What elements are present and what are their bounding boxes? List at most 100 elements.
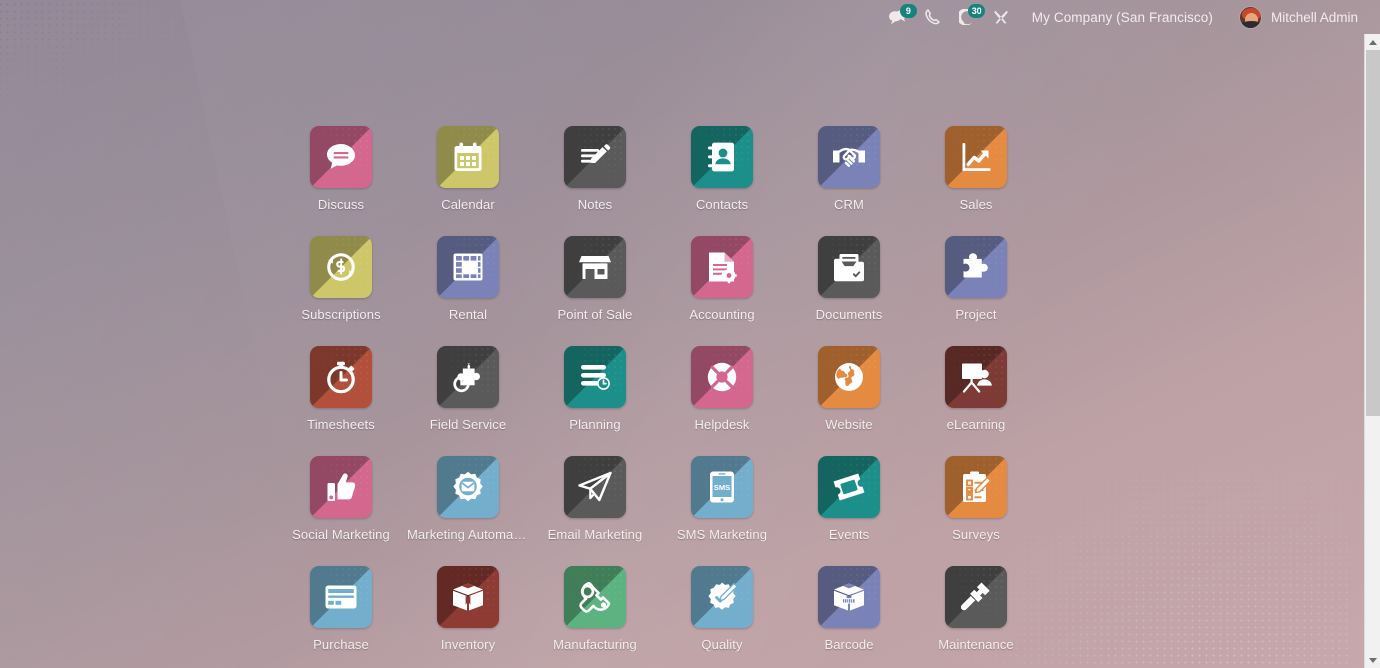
- app-tile-surveys[interactable]: Surveys: [913, 456, 1040, 566]
- inventory-box-icon: [437, 566, 499, 628]
- settings-tools-button[interactable]: [984, 0, 1018, 34]
- app-tile-notes[interactable]: Notes: [532, 126, 659, 236]
- app-tile-inventory[interactable]: Inventory: [405, 566, 532, 668]
- events-ticket-icon: [818, 456, 880, 518]
- website-globe-icon: [818, 346, 880, 408]
- app-tile-timesheets[interactable]: Timesheets: [278, 346, 405, 456]
- app-label: Events: [828, 527, 870, 542]
- app-tile-planning[interactable]: Planning: [532, 346, 659, 456]
- app-label: Discuss: [317, 197, 365, 212]
- app-tile-marketing-automat[interactable]: Marketing Automat…: [405, 456, 532, 566]
- manufacturing-wrench-icon: [564, 566, 626, 628]
- marketing-automation-icon: [437, 456, 499, 518]
- app-label: Subscriptions: [301, 307, 381, 322]
- tools-icon: [993, 9, 1009, 25]
- app-label: Purchase: [313, 637, 369, 652]
- app-tile-crm[interactable]: CRM: [786, 126, 913, 236]
- app-label: Point of Sale: [557, 307, 633, 322]
- company-selector[interactable]: My Company (San Francisco): [1032, 10, 1213, 25]
- app-tile-manufacturing[interactable]: Manufacturing: [532, 566, 659, 668]
- scroll-thumb[interactable]: [1366, 50, 1380, 416]
- app-label: Notes: [577, 197, 613, 212]
- user-menu[interactable]: Mitchell Admin: [1238, 5, 1358, 29]
- timesheets-stopwatch-icon: [310, 346, 372, 408]
- app-tile-quality[interactable]: Quality: [659, 566, 786, 668]
- app-tile-website[interactable]: Website: [786, 346, 913, 456]
- odoo-apps-dashboard: 9 30 My Company (San Francisco) Mitchell…: [0, 0, 1380, 668]
- app-label: Quality: [701, 637, 743, 652]
- username-label: Mitchell Admin: [1270, 9, 1358, 25]
- app-tile-social-marketing[interactable]: Social Marketing: [278, 456, 405, 566]
- app-label: CRM: [834, 197, 864, 212]
- app-tile-helpdesk[interactable]: Helpdesk: [659, 346, 786, 456]
- rental-icon: [437, 236, 499, 298]
- elearning-icon: [945, 346, 1007, 408]
- app-tile-events[interactable]: Events: [786, 456, 913, 566]
- sms-marketing-icon: SMS: [691, 456, 753, 518]
- activities-badge: 30: [967, 4, 986, 18]
- surveys-icon: [945, 456, 1007, 518]
- apps-area: Discuss Calendar Notes Contacts CRM Sales Subs…: [0, 34, 1365, 668]
- subscriptions-icon: [310, 236, 372, 298]
- discuss-icon: [310, 126, 372, 188]
- app-tile-accounting[interactable]: Accounting: [659, 236, 786, 346]
- scroll-down-button[interactable]: [1365, 652, 1380, 668]
- barcode-box-icon: [818, 566, 880, 628]
- app-tile-sms-marketing[interactable]: SMS SMS Marketing: [659, 456, 786, 566]
- svg-text:SMS: SMS: [714, 483, 730, 492]
- app-tile-project[interactable]: Project: [913, 236, 1040, 346]
- app-label: Field Service: [429, 417, 507, 432]
- app-tile-subscriptions[interactable]: Subscriptions: [278, 236, 405, 346]
- app-tile-calendar[interactable]: Calendar: [405, 126, 532, 236]
- scroll-up-button[interactable]: [1365, 34, 1380, 50]
- avatar: [1238, 5, 1262, 29]
- scroll-down-arrow-icon: [1369, 657, 1377, 663]
- apps-grid: Discuss Calendar Notes Contacts CRM Sales Subs…: [0, 34, 1365, 668]
- app-label: Helpdesk: [694, 417, 750, 432]
- app-label: Accounting: [689, 307, 755, 322]
- documents-icon: [818, 236, 880, 298]
- app-tile-documents[interactable]: Documents: [786, 236, 913, 346]
- quality-icon: [691, 566, 753, 628]
- app-tile-elearning[interactable]: eLearning: [913, 346, 1040, 456]
- app-label: Marketing Automat…: [407, 527, 529, 542]
- app-tile-purchase[interactable]: Purchase: [278, 566, 405, 668]
- app-label: Barcode: [824, 637, 874, 652]
- pos-shop-icon: [564, 236, 626, 298]
- app-label: Surveys: [952, 527, 1000, 542]
- phone-button[interactable]: [916, 0, 950, 34]
- app-tile-barcode[interactable]: Barcode: [786, 566, 913, 668]
- app-label: SMS Marketing: [676, 527, 768, 542]
- social-thumbsup-icon: [310, 456, 372, 518]
- app-label: Contacts: [695, 197, 749, 212]
- project-puzzle-icon: [945, 236, 1007, 298]
- app-label: Timesheets: [307, 417, 375, 432]
- vertical-scrollbar[interactable]: [1364, 34, 1380, 668]
- sales-chart-icon: [945, 126, 1007, 188]
- app-label: Calendar: [441, 197, 495, 212]
- app-label: Social Marketing: [292, 527, 390, 542]
- scroll-track[interactable]: [1365, 416, 1380, 652]
- app-label: Rental: [448, 307, 488, 322]
- app-tile-maintenance[interactable]: Maintenance: [913, 566, 1040, 668]
- app-tile-email-marketing[interactable]: Email Marketing: [532, 456, 659, 566]
- phone-icon: [925, 9, 941, 25]
- activities-button[interactable]: 30: [950, 0, 986, 34]
- app-label: Sales: [959, 197, 993, 212]
- helpdesk-lifebuoy-icon: [691, 346, 753, 408]
- app-tile-discuss[interactable]: Discuss: [278, 126, 405, 236]
- scroll-up-arrow-icon: [1369, 39, 1377, 45]
- contacts-icon: [691, 126, 753, 188]
- app-tile-contacts[interactable]: Contacts: [659, 126, 786, 236]
- app-tile-rental[interactable]: Rental: [405, 236, 532, 346]
- maintenance-hammer-icon: [945, 566, 1007, 628]
- app-tile-sales[interactable]: Sales: [913, 126, 1040, 236]
- app-label: Project: [955, 307, 997, 322]
- app-tile-point-of-sale[interactable]: Point of Sale: [532, 236, 659, 346]
- app-label: Maintenance: [938, 637, 1014, 652]
- accounting-icon: [691, 236, 753, 298]
- field-service-icon: [437, 346, 499, 408]
- app-tile-field-service[interactable]: Field Service: [405, 346, 532, 456]
- crm-handshake-icon: [818, 126, 880, 188]
- messages-button[interactable]: 9: [882, 0, 917, 34]
